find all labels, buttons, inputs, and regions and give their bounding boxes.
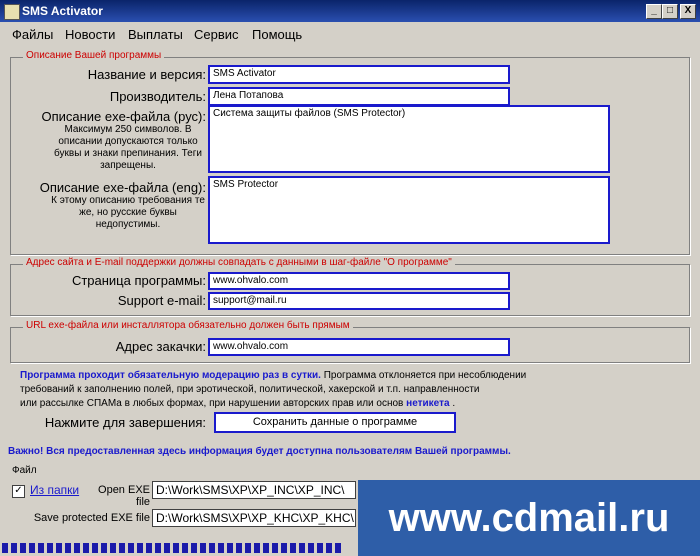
app-window: SMS Activator _ □ X Файлы Новости Выплат… [0, 0, 700, 556]
progress-segment [272, 543, 278, 553]
finish-label: Нажмите для завершения: [44, 415, 206, 430]
notice-line3: или рассылке СПАМа в любых формах, при н… [20, 398, 404, 409]
progress-segment [83, 543, 89, 553]
page-input[interactable]: www.ohvalo.com [208, 272, 510, 290]
progress-segment [20, 543, 26, 553]
menu-service[interactable]: Сервис [194, 27, 239, 42]
section3-legend: URL exe-файла или инсталлятора обязатель… [23, 320, 353, 331]
section1-legend: Описание Вашей программы [23, 50, 165, 61]
email-label: Support e-mail: [117, 293, 206, 308]
menu-payments[interactable]: Выплаты [128, 27, 183, 42]
save-exe-input[interactable]: D:\Work\SMS\XP\XP_KHC\XP_KHC\ [152, 509, 356, 527]
progress-segment [200, 543, 206, 553]
desc-rus-label: Описание exe-файла (рус): [41, 109, 206, 124]
moderation-notice: Программа проходит обязательную модераци… [20, 369, 680, 411]
desc-eng-label: Описание exe-файла (eng): [39, 180, 206, 195]
progress-segment [110, 543, 116, 553]
progress-segment [2, 543, 8, 553]
name-input[interactable]: SMS Activator [208, 65, 510, 84]
notice-line2: требований к заполнению полей, при эроти… [20, 384, 480, 395]
progress-segment [236, 543, 242, 553]
progress-segment [335, 543, 341, 553]
menu-news[interactable]: Новости [65, 27, 115, 42]
progress-segment [209, 543, 215, 553]
warning-text: Важно! Вся предоставленная здесь информа… [8, 446, 511, 457]
close-button[interactable]: X [680, 4, 696, 19]
maximize-button[interactable]: □ [662, 4, 678, 19]
page-label: Страница программы: [71, 273, 206, 288]
producer-label: Производитель: [109, 89, 206, 104]
progress-segment [182, 543, 188, 553]
progress-segment [254, 543, 260, 553]
section2-legend: Адрес сайта и E-mail поддержки должны со… [23, 257, 455, 268]
progress-segment [65, 543, 71, 553]
progress-segment [146, 543, 152, 553]
minimize-button[interactable]: _ [646, 4, 662, 19]
url-input[interactable]: www.ohvalo.com [208, 338, 510, 356]
desc-eng-hint: К этому описанию требования те же, но ру… [51, 195, 205, 230]
open-exe-input[interactable]: D:\Work\SMS\XP\XP_INC\XP_INC\ [152, 481, 356, 499]
from-folder-checkbox[interactable]: ✓ [12, 485, 25, 498]
progress-segment [173, 543, 179, 553]
notice-line3-end: . [452, 398, 456, 409]
progress-segment [218, 543, 224, 553]
progress-segment [92, 543, 98, 553]
desc-rus-textarea[interactable]: Система защиты файлов (SMS Protector) [208, 105, 610, 173]
progress-segment [326, 543, 332, 553]
netiquette-link[interactable]: нетикета [406, 398, 449, 409]
menu-files[interactable]: Файлы [12, 27, 53, 42]
progress-segment [56, 543, 62, 553]
progress-segment [308, 543, 314, 553]
progress-segment [245, 543, 251, 553]
progress-segment [101, 543, 107, 553]
progress-segment [227, 543, 233, 553]
progress-segment [128, 543, 134, 553]
progress-segment [38, 543, 44, 553]
name-label: Название и версия: [87, 67, 206, 82]
desc-eng-textarea[interactable]: SMS Protector [208, 176, 610, 244]
producer-input[interactable]: Лена Потапова [208, 87, 510, 106]
progress-segment [155, 543, 161, 553]
watermark: www.cdmail.ru [358, 480, 700, 556]
app-icon [4, 4, 20, 20]
desc-rus-hint: Максимум 250 символов. В описании допуск… [54, 124, 202, 171]
progress-segment [74, 543, 80, 553]
progress-segment [263, 543, 269, 553]
progress-segment [317, 543, 323, 553]
progress-segment [119, 543, 125, 553]
progress-segment [290, 543, 296, 553]
file-group-label: Файл [12, 465, 37, 476]
save-program-button[interactable]: Сохранить данные о программе [214, 412, 456, 433]
progress-segment [299, 543, 305, 553]
email-input[interactable]: support@mail.ru [208, 292, 510, 310]
open-exe-label: Open EXE file [98, 484, 150, 508]
progress-segment [137, 543, 143, 553]
save-exe-label: Save protected EXE file [33, 512, 150, 524]
progress-segment [11, 543, 17, 553]
window-title: SMS Activator [22, 4, 103, 18]
from-folder-label[interactable]: Из папки [30, 483, 79, 497]
title-bar: SMS Activator _ □ X [0, 0, 700, 22]
notice-line1: Программа отклоняется при несоблюдении [323, 370, 527, 381]
progress-segment [281, 543, 287, 553]
menu-bar: Файлы Новости Выплаты Сервис Помощь [0, 24, 700, 44]
progress-segment [47, 543, 53, 553]
progress-segment [164, 543, 170, 553]
progress-segment [29, 543, 35, 553]
progress-segment [191, 543, 197, 553]
menu-help[interactable]: Помощь [252, 27, 302, 42]
url-label: Адрес закачки: [115, 339, 206, 354]
notice-highlight: Программа проходит обязательную модераци… [20, 370, 321, 381]
